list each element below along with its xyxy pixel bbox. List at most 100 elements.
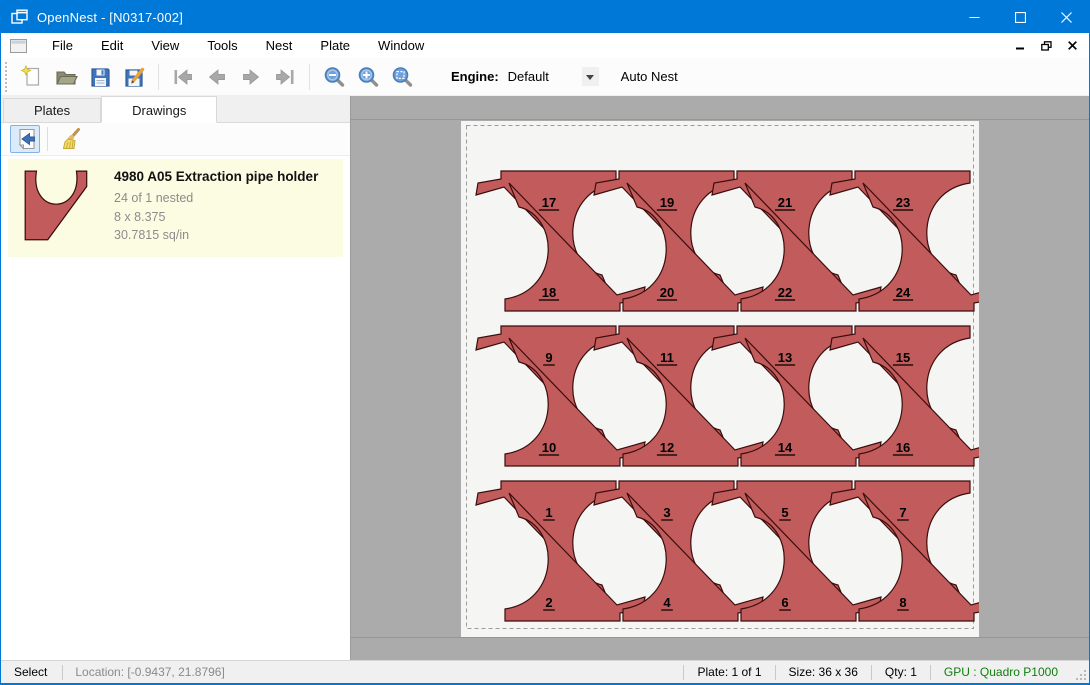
menu-file[interactable]: File [38,33,87,58]
mdi-close-button[interactable] [1061,35,1083,56]
drawing-list-item[interactable]: 4980 A05 Extraction pipe holder 24 of 1 … [8,159,343,257]
nested-part-pair: 23 24 [830,171,979,311]
toolbar-separator [309,64,310,90]
menu-window[interactable]: Window [364,33,438,58]
nested-part-pair: 56 [712,481,881,621]
drawings-toolbar [1,123,350,156]
nested-part-pair: 12 [476,481,645,621]
menu-nest[interactable]: Nest [252,33,307,58]
open-file-button[interactable] [49,62,83,92]
nested-part-pair: 11 12 [594,326,763,466]
nested-part-pair: 1920 [594,171,763,311]
resize-grip-icon[interactable] [1071,663,1087,681]
nested-part-pair: 1314 [712,326,881,466]
part-number-label: 6 [781,595,788,610]
tab-plates[interactable]: Plates [3,98,101,122]
part-number-label: 17 [542,195,556,210]
tab-drawings[interactable]: Drawings [101,96,217,123]
part-thumbnail [17,166,99,248]
toolbar-separator [158,64,159,90]
status-plate: Plate: 1 of 1 [684,665,774,679]
part-number-label: 1 [545,505,552,520]
first-plate-button[interactable] [166,62,200,92]
menu-plate[interactable]: Plate [306,33,364,58]
nesting-canvas[interactable]: 171819202122232491011121314151612345678 [351,96,1089,660]
status-size: Size: 36 x 36 [776,665,871,679]
status-gpu: GPU : Quadro P1000 [931,665,1071,679]
part-number-label: 22 [778,285,792,300]
part-number-label: 11 [660,350,674,365]
engine-select[interactable]: Default [508,69,580,84]
part-number-label: 4 [663,595,671,610]
part-number-label: 13 [778,350,792,365]
drawing-item-details: 4980 A05 Extraction pipe holder 24 of 1 … [114,166,318,248]
maximize-button[interactable] [997,1,1043,33]
part-number-label: 19 [660,195,674,210]
part-number-label: 2 [545,595,552,610]
part-number-label: 21 [778,195,792,210]
menu-edit[interactable]: Edit [87,33,137,58]
part-number-label: 24 [896,285,911,300]
close-button[interactable] [1043,1,1089,33]
mdi-restore-button[interactable] [1035,35,1057,56]
zoom-out-button[interactable] [317,62,351,92]
toolbar-grip[interactable] [4,62,9,92]
canvas-bottom-edge [351,637,1089,638]
clean-drawings-button[interactable] [55,125,85,153]
part-number-label: 16 [896,440,910,455]
save-button[interactable] [83,62,117,92]
drawing-item-nested-count: 24 of 1 nested [114,189,318,208]
part-number-label: 15 [896,350,910,365]
part-number-label: 8 [899,595,906,610]
left-panel: Plates Drawings [1,96,351,660]
nested-part-pair: 9 10 [476,326,645,466]
save-as-button[interactable] [117,62,151,92]
nested-part-pair: 1516 [830,326,979,466]
app-window: OpenNest - [N0317-002] File Edit View To… [0,0,1090,685]
nested-part-pair: 78 [830,481,979,621]
zoom-extents-button[interactable] [385,62,419,92]
zoom-in-button[interactable] [351,62,385,92]
part-number-label: 20 [660,285,674,300]
menu-tools[interactable]: Tools [193,33,251,58]
main-toolbar: Engine: Default Auto Nest [1,58,1089,96]
drawing-item-area: 30.7815 sq/in [114,226,318,245]
part-number-label: 7 [899,505,906,520]
last-plate-button[interactable] [268,62,302,92]
nested-part-pair: 34 [594,481,763,621]
drawing-item-title: 4980 A05 Extraction pipe holder [114,169,318,184]
plate[interactable]: 171819202122232491011121314151612345678 [461,121,979,637]
app-icon [11,9,28,25]
menu-view[interactable]: View [137,33,193,58]
menubar: File Edit View Tools Nest Plate Window [1,33,1089,58]
mdi-minimize-button[interactable] [1009,35,1031,56]
import-drawing-button[interactable] [10,125,40,153]
statusbar: Select Location: [-0.9437, 21.8796] Plat… [1,660,1089,683]
next-plate-button[interactable] [234,62,268,92]
part-number-label: 12 [660,440,674,455]
previous-plate-button[interactable] [200,62,234,92]
part-number-label: 18 [542,285,556,300]
mdi-window-controls [1009,33,1083,58]
part-number-label: 5 [781,505,788,520]
mdi-document-icon[interactable] [10,39,27,53]
drawing-item-size: 8 x 8.375 [114,208,318,227]
status-mode: Select [1,665,62,679]
part-number-label: 10 [542,440,556,455]
panel-toolbar-separator [47,127,48,151]
new-file-button[interactable] [15,62,49,92]
panel-tabstrip: Plates Drawings [1,96,350,123]
engine-label: Engine: [451,69,499,84]
part-number-label: 23 [896,195,910,210]
part-number-label: 3 [663,505,670,520]
main-area: Plates Drawings [1,96,1089,660]
titlebar: OpenNest - [N0317-002] [1,1,1089,33]
engine-dropdown-arrow-icon[interactable] [582,67,599,86]
status-location: Location: [-0.9437, 21.8796] [63,665,236,679]
auto-nest-button[interactable]: Auto Nest [615,65,684,88]
nested-part-pair: 21 22 [712,171,881,311]
status-qty: Qty: 1 [872,665,930,679]
engine-combo-group: Engine: Default [451,67,599,86]
part-number-label: 9 [545,350,552,365]
minimize-button[interactable] [951,1,997,33]
